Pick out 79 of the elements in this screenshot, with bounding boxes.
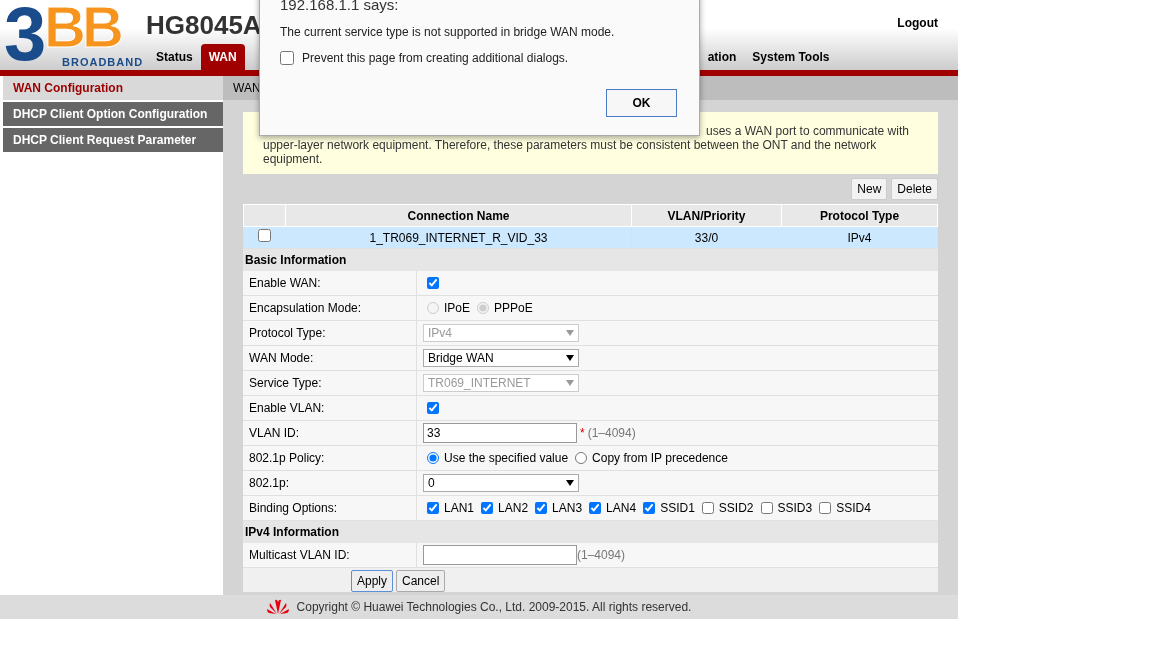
- dialog-title: 192.168.1.1 says:: [280, 0, 400, 15]
- option-label: SSID3: [777, 500, 813, 517]
- option-label: SSID4: [836, 500, 871, 517]
- dialog-checkbox[interactable]: [280, 51, 294, 65]
- dialog-message: The current service type is not supported in bridge WAN mode.: [280, 24, 616, 41]
- range-hint: (1–4094): [577, 547, 626, 564]
- field-label: 802.1p Policy:: [249, 450, 325, 467]
- logo-letters: BB: [44, 0, 120, 56]
- row-checkbox[interactable]: [258, 228, 271, 242]
- section-heading: IPv4 Information: [243, 521, 938, 543]
- field-label: Binding Options:: [249, 500, 338, 517]
- dropdown[interactable]: 0: [423, 474, 579, 492]
- field-label: Service Type:: [249, 375, 322, 392]
- table-cell: 33/0: [631, 226, 782, 249]
- checkbox[interactable]: [760, 502, 773, 514]
- option-label: SSID1: [660, 500, 695, 517]
- logo-tagline: BROADBAND: [62, 55, 144, 70]
- checkbox-label: Prevent this page from creating additional dialogs.: [302, 50, 569, 67]
- checkbox[interactable]: [589, 502, 602, 514]
- nav-tab[interactable]: System Tools: [744, 44, 838, 70]
- table-button[interactable]: Delete: [891, 178, 938, 200]
- input-field[interactable]: 33: [423, 423, 577, 443]
- option-label: SSID2: [718, 500, 754, 517]
- checkbox[interactable]: [643, 502, 656, 514]
- copyright-text: Copyright © Huawei Technologies Co., Ltd. 2009-2015. All rights reserved.: [296, 599, 692, 616]
- dropdown[interactable]: Bridge WAN: [423, 349, 579, 367]
- input-field[interactable]: [423, 545, 577, 565]
- logout-link[interactable]: Logout: [897, 14, 938, 32]
- nav-tab[interactable]: Status: [148, 44, 201, 70]
- apply-button[interactable]: Apply: [351, 570, 394, 592]
- option-label: LAN3: [552, 500, 583, 517]
- nav-tab[interactable]: WAN: [200, 44, 245, 70]
- sidebar-item[interactable]: WAN Configuration: [3, 76, 223, 100]
- checkbox[interactable]: [427, 277, 439, 289]
- sidebar-item[interactable]: DHCP Client Request Parameter: [3, 128, 223, 152]
- ok-button[interactable]: OK: [606, 89, 677, 117]
- option-label: IPoE: [444, 300, 470, 317]
- table-cell: IPv4: [781, 226, 938, 249]
- caret-icon: [566, 380, 574, 386]
- checkbox[interactable]: [427, 402, 439, 414]
- caret-icon: [566, 355, 574, 361]
- field-label: 802.1p:: [249, 475, 290, 492]
- field-label: Enable VLAN:: [249, 400, 325, 417]
- option-label: LAN4: [606, 500, 637, 517]
- checkbox[interactable]: [427, 502, 439, 514]
- sidebar-item[interactable]: DHCP Client Option Configuration: [3, 102, 223, 126]
- logo-digit: 3: [4, 0, 47, 72]
- table-row[interactable]: 1_TR069_INTERNET_R_VID_33 33/0 IPv4: [243, 226, 938, 249]
- field-label: WAN Mode:: [249, 350, 314, 367]
- field-label: Enable WAN:: [249, 275, 321, 292]
- radio-button[interactable]: [427, 452, 439, 464]
- section-heading: Basic Information: [243, 249, 938, 271]
- device-model: HG8045A: [146, 9, 262, 42]
- flower-logo-icon: [266, 599, 289, 615]
- column-header: Protocol Type: [781, 204, 938, 227]
- range-hint: (1–4094): [587, 425, 636, 442]
- checkbox[interactable]: [535, 502, 548, 514]
- checkbox[interactable]: [481, 502, 494, 514]
- option-label: Use the specified value: [444, 450, 569, 467]
- field-label: VLAN ID:: [249, 425, 299, 442]
- table-cell: 1_TR069_INTERNET_R_VID_33: [285, 226, 632, 249]
- field-label: Multicast VLAN ID:: [249, 547, 350, 564]
- caret-icon: [566, 330, 574, 336]
- required-marker: *: [580, 425, 585, 442]
- option-label: Copy from IP precedence: [592, 450, 728, 467]
- field-label: Encapsulation Mode:: [249, 300, 362, 317]
- table-button[interactable]: New: [851, 178, 888, 200]
- option-label: LAN1: [444, 500, 475, 517]
- caret-icon: [566, 480, 574, 486]
- column-header: Connection Name: [285, 204, 632, 227]
- field-label: Protocol Type:: [249, 325, 326, 342]
- radio-button[interactable]: [575, 452, 588, 464]
- option-label: LAN2: [498, 500, 529, 517]
- column-header: VLAN/Priority: [631, 204, 782, 227]
- option-label: PPPoE: [494, 300, 533, 317]
- nav-tab[interactable]: ation: [699, 44, 745, 70]
- checkbox[interactable]: [701, 502, 714, 514]
- checkbox[interactable]: [819, 502, 832, 514]
- cancel-button[interactable]: Cancel: [396, 570, 446, 592]
